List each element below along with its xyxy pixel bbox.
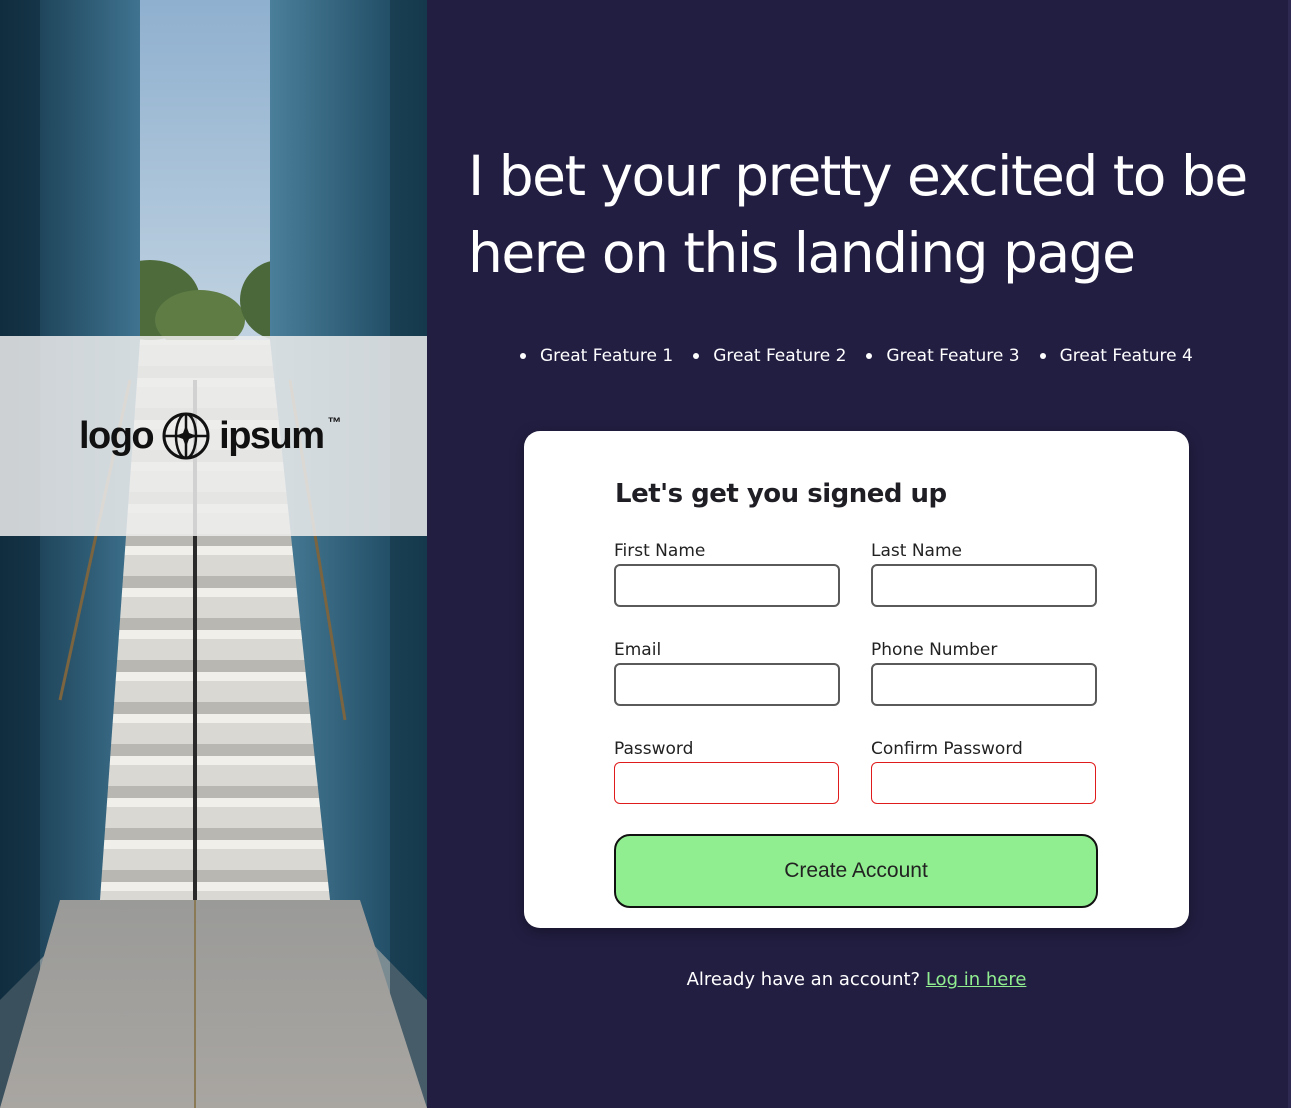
feature-list: Great Feature 1 Great Feature 2 Great Fe…: [520, 346, 1193, 366]
phone-label: Phone Number: [871, 640, 998, 660]
login-prompt: Already have an account? Log in here: [524, 969, 1189, 990]
password-input[interactable]: [614, 762, 839, 804]
logo-trademark: ™: [327, 414, 342, 430]
brand-logo: logo ipsum ™: [78, 411, 342, 461]
logo-band: logo ipsum ™: [0, 336, 427, 536]
staircase-photo: [0, 0, 427, 1108]
last-name-group: Last Name: [871, 541, 1097, 607]
login-prompt-text: Already have an account?: [686, 969, 921, 990]
hero-image-panel: logo ipsum ™: [0, 0, 427, 1108]
confirm-password-label: Confirm Password: [871, 739, 1023, 759]
last-name-input[interactable]: [871, 564, 1097, 607]
confirm-password-input[interactable]: [871, 762, 1096, 804]
phone-input[interactable]: [871, 663, 1097, 706]
first-name-group: First Name: [614, 541, 840, 607]
form-title: Let's get you signed up: [615, 479, 947, 509]
page-headline: I bet your pretty excited to be here on …: [468, 144, 1248, 285]
email-input[interactable]: [614, 663, 840, 706]
signup-form: Let's get you signed up First Name Last …: [524, 431, 1189, 928]
feature-item: Great Feature 4: [1040, 346, 1193, 366]
feature-item: Great Feature 2: [693, 346, 846, 366]
password-label: Password: [614, 739, 694, 759]
login-link[interactable]: Log in here: [926, 969, 1027, 990]
last-name-label: Last Name: [871, 541, 962, 561]
confirm-password-group: Confirm Password: [871, 739, 1097, 804]
email-label: Email: [614, 640, 662, 660]
email-group: Email: [614, 640, 840, 706]
first-name-label: First Name: [614, 541, 706, 561]
feature-item: Great Feature 3: [866, 346, 1019, 366]
feature-item: Great Feature 1: [520, 346, 673, 366]
create-account-button[interactable]: Create Account: [614, 834, 1098, 908]
logo-word-right: ipsum: [219, 414, 325, 457]
password-group: Password: [614, 739, 840, 804]
globe-star-icon: [162, 412, 210, 460]
logo-word-left: logo: [78, 414, 155, 457]
phone-group: Phone Number: [871, 640, 1097, 706]
first-name-input[interactable]: [614, 564, 840, 607]
